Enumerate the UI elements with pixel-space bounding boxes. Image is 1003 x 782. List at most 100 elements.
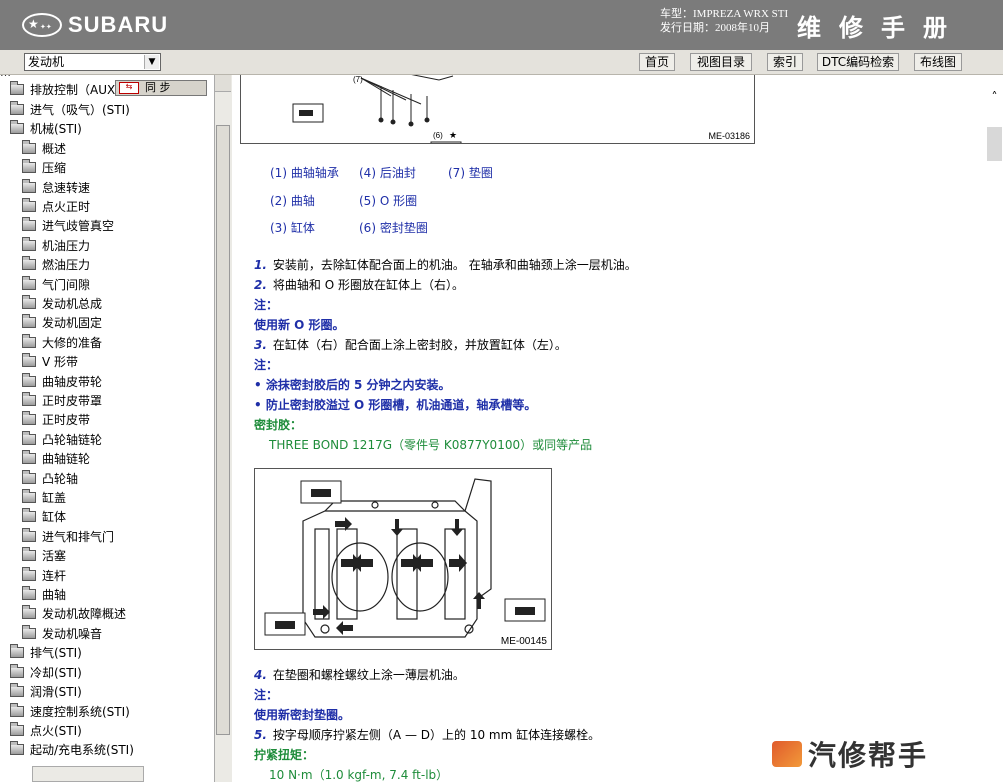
index-button[interactable]: 索引 [767,53,803,71]
legend-item: (6) 密封垫圈 [359,221,428,235]
tree-item[interactable]: 发动机故障概述 [22,604,126,623]
tree-item[interactable]: 正时皮带 [22,410,90,429]
view-contents-button[interactable]: 视图目录 [690,53,752,71]
folder-icon [10,644,24,658]
folder-icon [22,217,36,231]
step-2: 2. 将曲轴和 O 形圈放在缸体上（右）。 [254,278,464,292]
tree-item[interactable]: 曲轴链轮 [22,449,90,468]
legend-item: (3) 缸体 [270,221,315,235]
scroll-up-icon[interactable]: ˄ [988,91,1001,103]
figure-exploded-view: (7) (6) ★ ME-03186 [240,75,755,161]
tree-item[interactable]: 凸轮轴链轮 [22,430,102,449]
folder-icon [22,470,36,484]
watermark-icon [772,741,802,767]
tree-item[interactable]: 发动机总成 [22,294,102,313]
folder-icon [22,256,36,270]
figure-caption: ME-00145 [500,636,547,647]
tree-item[interactable]: 连杆 [22,566,66,585]
tree-item[interactable]: 缸盖 [22,488,66,507]
navigation-tree: … 排放控制（AUX ⇆同 步 进气（吸气）(STI) 机械(STI) 概述 压… [0,75,233,782]
tree-item[interactable]: 进气歧管真空 [22,216,114,235]
exploded-view-drawing: (7) (6) ★ [292,75,462,161]
callout-6: (6) [433,131,443,140]
wiring-diagram-button[interactable]: 布线图 [914,53,962,71]
tree-item[interactable]: 气门间隙 [22,275,90,294]
tree-item[interactable]: 发动机固定 [22,313,102,332]
tree-item[interactable]: 排气(STI) [10,643,82,662]
home-button[interactable]: 首页 [639,53,675,71]
folder-icon [22,547,36,561]
sync-button[interactable]: ⇆ 同 步 [115,80,207,96]
step-1: 1. 安装前，去除缸体配合面上的机油。 在轴承和曲轴颈上涂一层机油。 [254,258,637,272]
tree-item[interactable]: 机械(STI) [10,119,82,138]
folder-icon [22,276,36,290]
scroll-up-button[interactable] [215,75,231,92]
tree-item[interactable]: 速度控制系统(STI) [10,702,130,721]
sync-icon: ⇆ [119,82,139,94]
tree-item[interactable]: 曲轴 [22,585,66,604]
note-text: • 防止密封胶溢过 O 形圈槽，机油通道，轴承槽等。 [254,398,537,412]
tree-item[interactable]: 进气（吸气）(STI) [10,100,130,119]
torque-title: 拧紧扭矩： [254,748,315,762]
tree-item[interactable]: 点火(STI) [10,721,82,740]
subaru-logo: SUBARU [22,10,168,40]
tree-item[interactable]: 压缩 [22,158,66,177]
folder-icon [10,81,24,95]
manual-content: (7) (6) ★ ME-03186 (1) 曲轴轴承 (4) 后油封 (7) … [232,75,986,782]
folder-icon [22,489,36,503]
section-select-value: 发动机 [28,55,65,69]
tree-item[interactable]: 发动机噪音 [22,624,102,643]
folder-icon [22,140,36,154]
note-title: 注： [254,298,279,312]
section-select[interactable]: 发动机 ▼ [24,53,161,71]
step-4: 4. 在垫圈和螺栓螺纹上涂一薄层机油。 [254,668,465,682]
folder-icon [22,237,36,251]
sidebar-horizontal-scrollbar[interactable] [32,766,144,782]
watermark-text: 汽修帮手 [808,739,929,772]
sealant-spec: THREE BOND 1217G（零件号 K0877Y0100）或同等产品 [269,438,593,452]
app-header: SUBARU 车型：IMPREZA WRX STI 发行日期：2008年10月 … [0,0,1003,50]
tree-item[interactable]: 排放控制（AUX [10,80,115,99]
tree-item[interactable]: 冷却(STI) [10,663,82,682]
chevron-down-icon[interactable]: ▼ [144,55,159,69]
content-scrollbar[interactable]: ˄ [986,75,1003,782]
folder-icon [10,722,24,736]
page-title: 维修手册 [797,13,965,42]
note-title: 注： [254,358,279,372]
folder-icon [22,605,36,619]
tree-item[interactable]: 进气和排气门 [22,527,114,546]
tree-item[interactable]: 活塞 [22,546,66,565]
tree-item[interactable]: 机油压力 [22,236,90,255]
folder-icon [10,664,24,678]
torque-spec: 10 N·m（1.0 kgf-m, 7.4 ft-lb） [269,768,449,782]
folder-icon [22,528,36,542]
folder-icon [22,392,36,406]
legend-item: (1) 曲轴轴承 [270,166,339,180]
folder-icon [22,334,36,348]
folder-icon [22,179,36,193]
watermark-logo: 汽修帮手 [772,734,928,774]
dtc-search-button[interactable]: DTC编码检索 [817,53,899,71]
sidebar-scrollbar[interactable] [214,75,232,782]
tree-item[interactable]: 起动/充电系统(STI) [10,740,134,759]
tree-item[interactable]: 正时皮带罩 [22,391,102,410]
note-text: 使用新密封垫圈。 [254,708,351,722]
tree-item[interactable]: 润滑(STI) [10,682,82,701]
legend-item: (7) 垫圈 [448,166,493,180]
tree-item[interactable]: 大修的准备 [22,333,102,352]
tree-item[interactable]: 曲轴皮带轮 [22,372,102,391]
tree-item[interactable]: 概述 [22,139,66,158]
tree-item[interactable]: 凸轮轴 [22,469,78,488]
vehicle-info: 车型：IMPREZA WRX STI 发行日期：2008年10月 [660,7,788,35]
tree-item[interactable]: 怠速转速 [22,178,90,197]
content-scroll-thumb[interactable] [987,127,1002,161]
subaru-star-icon [22,13,62,37]
tree-item[interactable]: 点火正时 [22,197,90,216]
tree-item[interactable]: 缸体 [22,507,66,526]
svg-text:★: ★ [449,131,457,141]
tree-item[interactable]: V 形带 [22,352,78,371]
callout-7: (7) [353,75,363,84]
tree-item[interactable]: 燃油压力 [22,255,90,274]
folder-icon [22,625,36,639]
sidebar-scroll-thumb[interactable] [216,125,230,735]
